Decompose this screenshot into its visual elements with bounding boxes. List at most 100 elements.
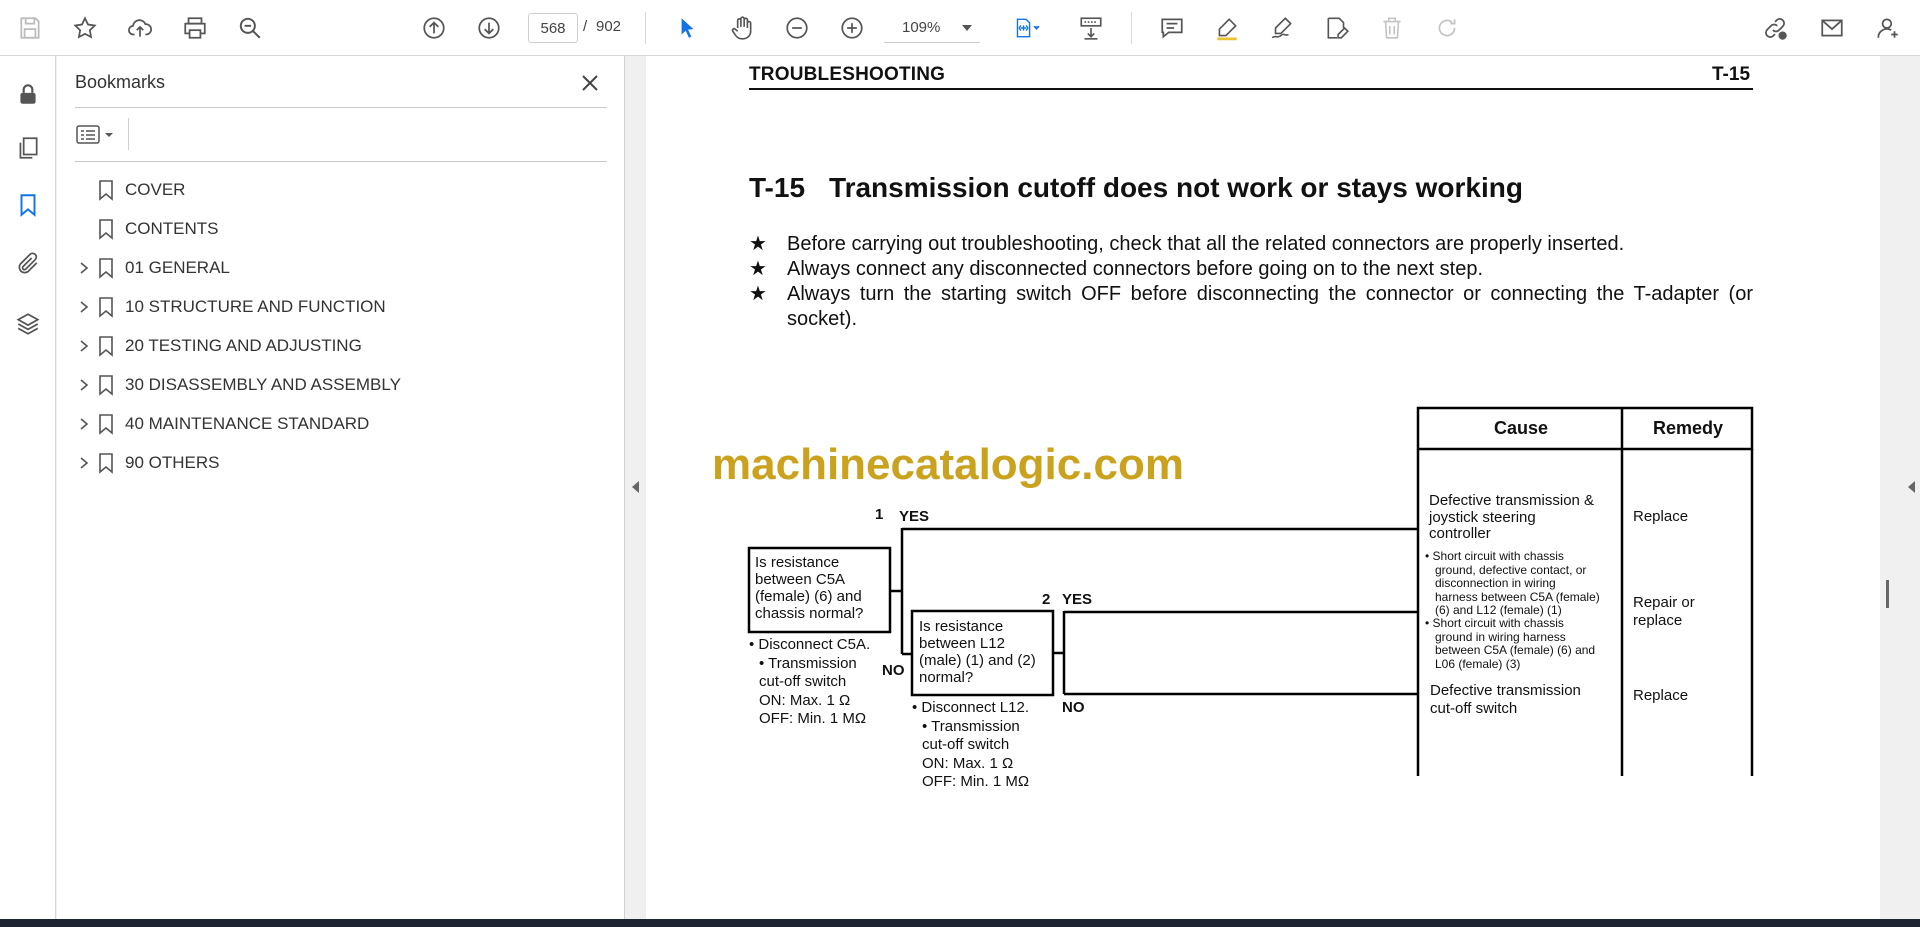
star-icon[interactable]: [67, 10, 103, 46]
watermark-text: machinecatalogic.com: [712, 440, 1184, 489]
cause-text: (6) and L12 (female) (1): [1435, 603, 1562, 617]
cause-text: ground, defective contact, or: [1435, 562, 1587, 577]
email-icon[interactable]: [1814, 10, 1850, 46]
bookmark-item[interactable]: COVER: [75, 170, 615, 209]
cause-text: controller: [1429, 525, 1491, 542]
bookmark-label: 10 STRUCTURE AND FUNCTION: [125, 296, 386, 316]
bookmark-label: 20 TESTING AND ADJUSTING: [125, 335, 362, 355]
step-question: (female) (6) and: [755, 588, 862, 605]
cause-text: Defective transmission: [1430, 682, 1581, 699]
chevron-right-icon[interactable]: [75, 337, 93, 355]
comment-icon[interactable]: [1154, 10, 1190, 46]
bookmark-item[interactable]: 01 GENERAL: [75, 248, 615, 287]
hand-icon[interactable]: [724, 10, 760, 46]
bookmark-item[interactable]: 20 TESTING AND ADJUSTING: [75, 326, 615, 365]
top-toolbar: 568 / 902 109%: [0, 0, 1920, 56]
zoom-value: 109%: [902, 19, 941, 36]
chevron-right-icon[interactable]: [75, 454, 93, 472]
chevron-down-icon: [962, 25, 972, 31]
bookmarks-panel: Bookmarks COVER CONTENTS 01 GENERAL 10 STRU…: [57, 56, 625, 919]
yes-label: YES: [1062, 591, 1093, 608]
bookmark-icon: [97, 374, 115, 396]
step-question: Is resistance: [919, 618, 1004, 635]
share-link-icon[interactable]: [1757, 10, 1793, 46]
step-question: between C5A: [755, 571, 846, 588]
pages-icon[interactable]: [10, 130, 46, 166]
upload-icon[interactable]: [122, 10, 158, 46]
bookmark-icon[interactable]: [10, 187, 46, 223]
step-condition: • Disconnect L12.: [912, 699, 1029, 716]
zoom-in-icon[interactable]: [834, 10, 870, 46]
cause-text: joystick steering: [1429, 508, 1536, 526]
divider: [75, 107, 607, 108]
chevron-right-icon[interactable]: [75, 376, 93, 394]
bookmark-label: 30 DISASSEMBLY AND ASSEMBLY: [125, 374, 401, 394]
document-page: TROUBLESHOOTING T-15 T-15 Transmission cu…: [646, 56, 1880, 919]
step-condition: OFF: Min. 1 MΩ: [922, 773, 1030, 790]
page-number-input[interactable]: 568: [528, 13, 578, 43]
layers-icon[interactable]: [10, 306, 46, 342]
chevron-right-icon[interactable]: [75, 298, 93, 316]
chevron-right-icon[interactable]: [75, 415, 93, 433]
bookmark-item[interactable]: 10 STRUCTURE AND FUNCTION: [75, 287, 615, 326]
right-pane-toggle[interactable]: [1880, 56, 1920, 919]
fit-page-icon[interactable]: [1004, 10, 1050, 46]
left-navigation-rail: [0, 56, 56, 919]
bookmark-options-button[interactable]: [75, 118, 123, 150]
find-icon[interactable]: [232, 10, 268, 46]
select-arrow-icon[interactable]: [669, 10, 705, 46]
panel-title: Bookmarks: [75, 72, 166, 92]
bookmark-item[interactable]: 40 MAINTENANCE STANDARD: [75, 404, 615, 443]
no-label: NO: [1062, 699, 1085, 716]
column-header-cause: Cause: [1494, 418, 1549, 438]
chevron-left-icon: [1908, 481, 1915, 493]
no-label: NO: [882, 662, 905, 679]
cause-text: between C5A (female) (6) and: [1435, 643, 1596, 657]
page-up-icon[interactable]: [416, 10, 452, 46]
cause-text: disconnection in wiring: [1435, 576, 1556, 590]
lock-icon[interactable]: [10, 76, 46, 112]
bookmark-item[interactable]: 90 OTHERS: [75, 443, 615, 482]
remedy-text: Repair or: [1633, 594, 1695, 611]
print-icon[interactable]: [177, 10, 213, 46]
bookmark-icon: [97, 335, 115, 357]
step-condition: OFF: Min. 1 MΩ: [759, 710, 867, 727]
scrollbar[interactable]: [1886, 580, 1889, 608]
step-question: normal?: [919, 669, 974, 686]
step-question: (male) (1) and (2): [919, 652, 1036, 669]
collapse-panel-button[interactable]: [626, 56, 646, 919]
bookmark-icon: [97, 296, 115, 318]
bookmark-list: COVER CONTENTS 01 GENERAL 10 STRUCTURE AND …: [75, 170, 615, 482]
redo-icon[interactable]: [1429, 10, 1465, 46]
edit-pdf-icon[interactable]: [1319, 10, 1355, 46]
delete-icon[interactable]: [1374, 10, 1410, 46]
bookmark-label: CONTENTS: [125, 218, 219, 238]
cause-text: • Short circuit with chassis: [1425, 549, 1564, 563]
page-down-icon[interactable]: [471, 10, 507, 46]
divider: [128, 118, 129, 150]
bookmark-label: COVER: [125, 179, 186, 199]
toolbar-divider: [1131, 12, 1132, 44]
cause-text: Defective transmission &: [1429, 492, 1595, 509]
column-header-remedy: Remedy: [1653, 418, 1724, 438]
bookmark-item[interactable]: 30 DISASSEMBLY AND ASSEMBLY: [75, 365, 615, 404]
cause-text: • Short circuit with chassis: [1425, 616, 1564, 630]
zoom-out-icon[interactable]: [779, 10, 815, 46]
highlight-icon[interactable]: [1209, 10, 1245, 46]
zoom-select[interactable]: 109%: [884, 13, 980, 43]
save-icon[interactable]: [12, 10, 48, 46]
scroll-mode-icon[interactable]: [1073, 10, 1109, 46]
toolbar-divider: [645, 12, 646, 44]
cause-text: L06 (female) (3): [1435, 656, 1521, 671]
sign-icon[interactable]: [1264, 10, 1300, 46]
account-icon[interactable]: [1870, 10, 1906, 46]
step-condition: cut-off switch: [922, 736, 1010, 753]
close-icon[interactable]: [575, 68, 605, 98]
cause-text: harness between C5A (female): [1435, 589, 1600, 604]
bookmark-item[interactable]: CONTENTS: [75, 209, 615, 248]
chevron-right-icon[interactable]: [75, 259, 93, 277]
cause-text: ground in wiring harness: [1435, 629, 1566, 644]
step-condition: • Disconnect C5A.: [749, 636, 871, 653]
attachment-icon[interactable]: [10, 246, 46, 282]
cause-text: cut-off switch: [1430, 700, 1518, 717]
